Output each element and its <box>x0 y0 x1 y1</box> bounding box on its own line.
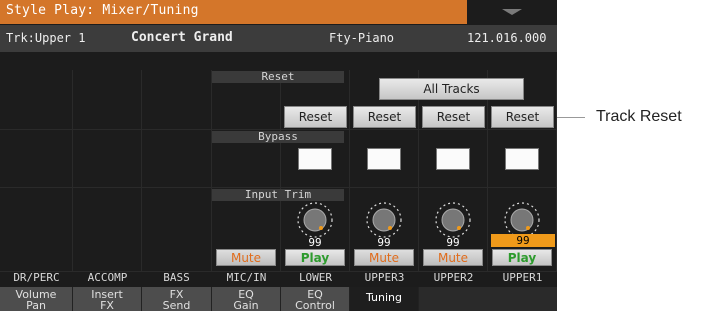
tab-insert-fx[interactable]: Insert FX <box>73 287 142 311</box>
tab-fx-send[interactable]: FX Send <box>142 287 212 311</box>
mute-play-button-lower[interactable]: Play <box>285 249 345 266</box>
channel-label-bass: BASS <box>163 271 190 284</box>
input-trim-knob-lower[interactable] <box>295 200 335 240</box>
mute-play-button-upper1[interactable]: Play <box>492 249 552 266</box>
input-trim-knob-upper3[interactable] <box>364 200 404 240</box>
grid-cell <box>0 130 73 188</box>
bypass-checkbox-upper3[interactable] <box>367 148 401 170</box>
track-reset-annotation: Track Reset <box>596 108 682 125</box>
all-tracks-reset-button[interactable]: All Tracks <box>379 78 524 100</box>
bypass-checkbox-lower[interactable] <box>298 148 332 170</box>
chevron-down-icon <box>502 9 522 15</box>
grid-cell <box>73 188 142 272</box>
input-trim-value-lower: 99 <box>308 236 322 249</box>
channel-label-dr-perc: DR/PERC <box>13 271 60 284</box>
channel-label-upper3: UPPER3 <box>364 271 405 284</box>
bypass-checkbox-upper1[interactable] <box>505 148 539 170</box>
tab-volume-pan[interactable]: Volume Pan <box>0 287 73 311</box>
reset-button-lower[interactable]: Reset <box>284 106 347 128</box>
tab-eq-control[interactable]: EQ Control <box>281 287 350 311</box>
track-name: Trk:Upper 1 <box>6 31 86 45</box>
tab-tuning[interactable]: Tuning <box>350 287 419 311</box>
mute-play-button-upper2[interactable]: Mute <box>423 249 483 266</box>
mixer-tuning-screen: Style Play: Mixer/Tuning Trk:Upper 1 Con… <box>0 0 557 311</box>
channel-label-upper2: UPPER2 <box>433 271 474 284</box>
input-trim-value-upper1: 99 <box>491 234 555 247</box>
sound-code: 121.016.000 <box>467 31 547 45</box>
mute-play-button-upper3[interactable]: Mute <box>354 249 414 266</box>
grid-cell <box>73 70 142 130</box>
annotation-leader-line <box>557 117 585 118</box>
bypass-section-label: Bypass <box>212 131 344 143</box>
mute-play-button-mic-in[interactable]: Mute <box>216 249 276 266</box>
grid-cell <box>142 70 212 130</box>
tab-bar: Volume Pan Insert FX FX Send EQ Gain EQ Contr… <box>0 287 557 311</box>
reset-section-label: Reset <box>212 71 344 83</box>
bypass-checkbox-upper2[interactable] <box>436 148 470 170</box>
reset-button-upper2[interactable]: Reset <box>422 106 485 128</box>
page-menu-button[interactable] <box>467 0 557 24</box>
grid-cell <box>0 70 73 130</box>
input-trim-value-upper3: 99 <box>377 236 391 249</box>
page-title: Style Play: Mixer/Tuning <box>6 3 199 18</box>
title-bar: Style Play: Mixer/Tuning <box>0 0 557 24</box>
reset-button-upper3[interactable]: Reset <box>353 106 416 128</box>
channel-label-lower: LOWER <box>298 271 333 284</box>
channel-label-accomp: ACCOMP <box>87 271 128 284</box>
track-info-bar[interactable]: Trk:Upper 1 Concert Grand Fty-Piano 121.… <box>0 25 557 52</box>
channel-label-upper1: UPPER1 <box>502 271 543 284</box>
grid-cell <box>73 130 142 188</box>
reset-button-upper1[interactable]: Reset <box>491 106 554 128</box>
input-trim-value-upper2: 99 <box>446 236 460 249</box>
grid-cell <box>142 188 212 272</box>
input-trim-knob-upper2[interactable] <box>433 200 473 240</box>
tab-eq-gain[interactable]: EQ Gain <box>212 287 281 311</box>
grid-cell <box>142 130 212 188</box>
sound-bank: Fty-Piano <box>329 31 395 45</box>
channel-label-mic-in: MIC/IN <box>226 271 267 284</box>
sound-name: Concert Grand <box>131 30 233 45</box>
grid-cell <box>0 188 73 272</box>
